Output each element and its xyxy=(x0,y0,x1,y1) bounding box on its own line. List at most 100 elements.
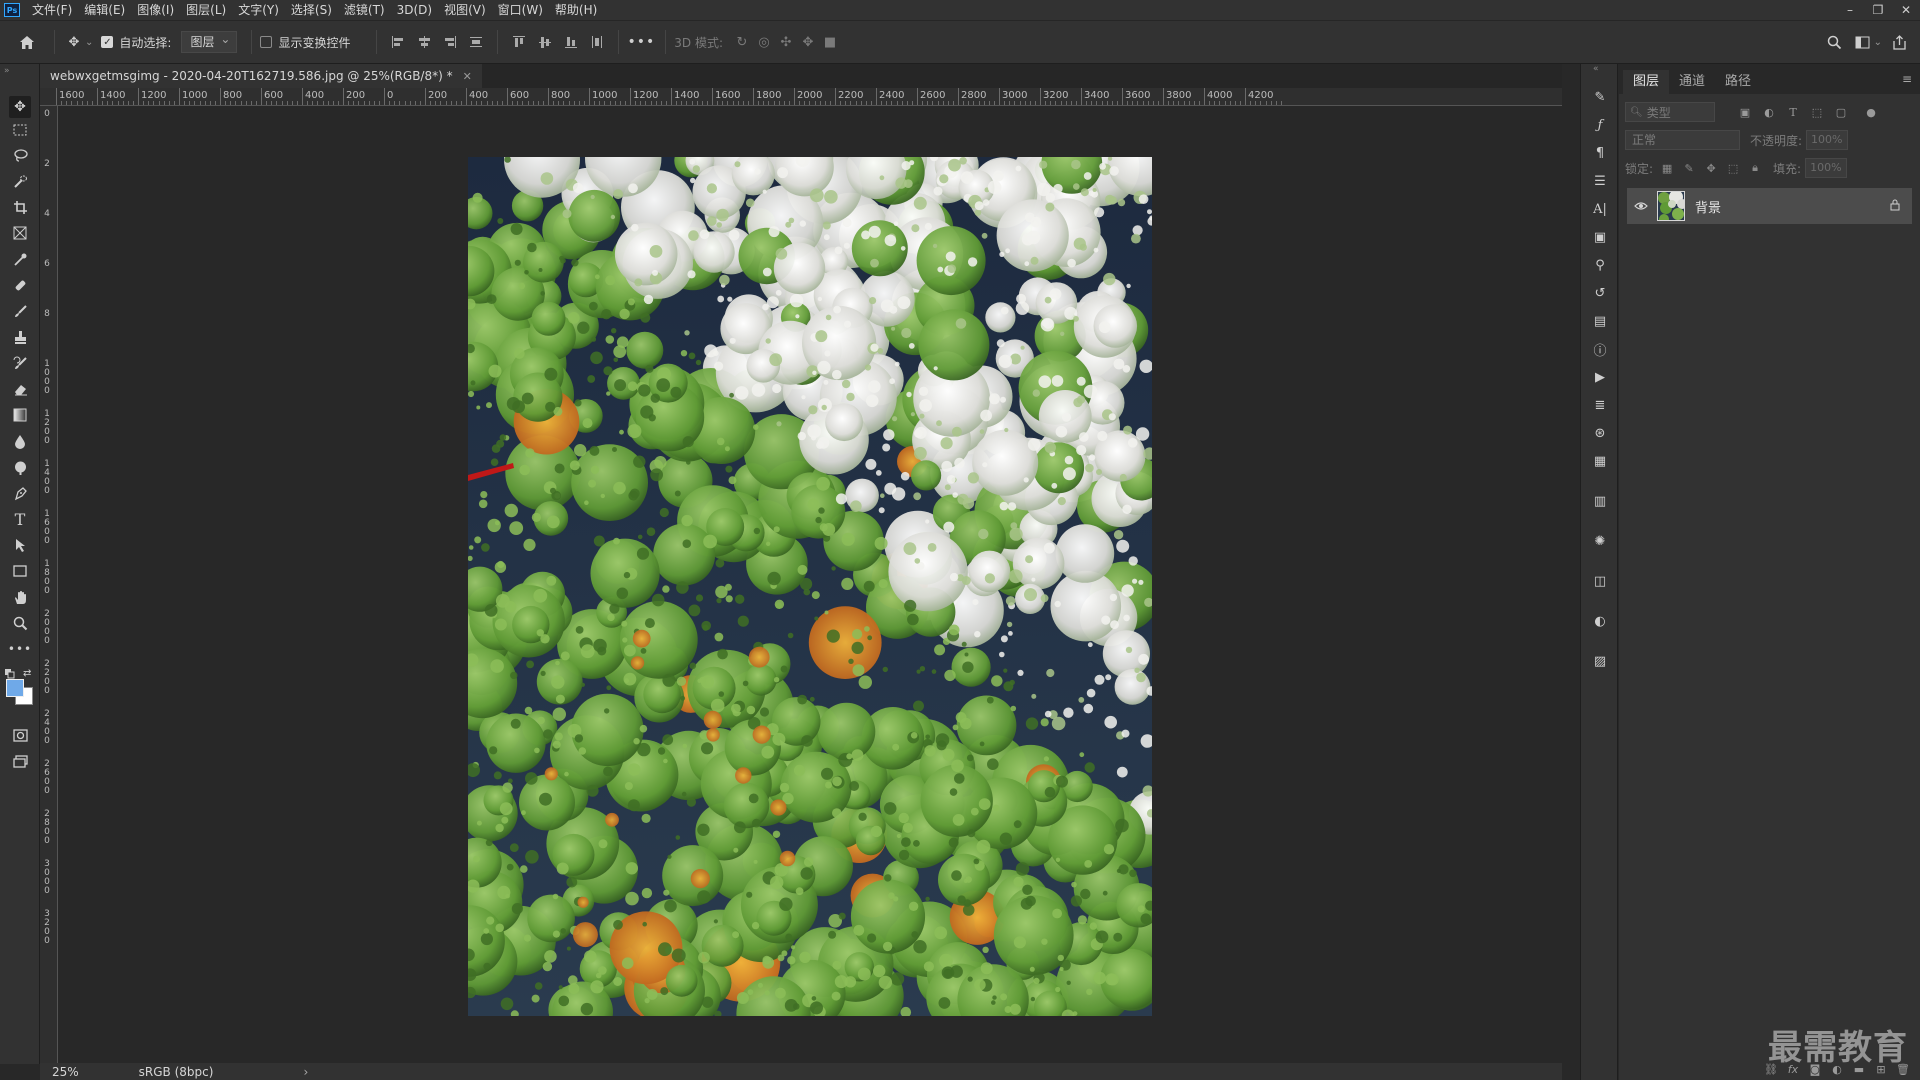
brush-settings-icon[interactable]: ✎ xyxy=(1589,86,1611,108)
filter-type-icon[interactable]: T xyxy=(1785,105,1801,119)
share-icon[interactable] xyxy=(1888,31,1910,53)
align-top-icon[interactable] xyxy=(512,35,526,49)
notes-icon[interactable]: ▥ xyxy=(1589,490,1611,512)
filter-smart-object-icon[interactable]: ▢ xyxy=(1833,105,1849,119)
restore-icon[interactable]: ❐ xyxy=(1864,0,1892,20)
layer-name[interactable]: 背景 xyxy=(1695,197,1721,216)
blend-mode-dropdown[interactable]: 正常 xyxy=(1625,130,1740,150)
more-tools-icon[interactable]: ••• xyxy=(8,638,31,660)
menu-layer[interactable]: 图层(L) xyxy=(180,0,232,20)
adjustments-icon[interactable]: ◐ xyxy=(1589,610,1611,632)
align-left-icon[interactable] xyxy=(391,35,405,49)
filter-pixel-icon[interactable]: ▣ xyxy=(1737,105,1753,119)
gradients-icon[interactable]: ▨ xyxy=(1589,650,1611,672)
zoom-icon[interactable] xyxy=(9,612,31,634)
canvas-area[interactable] xyxy=(59,107,1562,1063)
chevron-down-icon[interactable]: ⌄ xyxy=(85,37,93,48)
fill-input[interactable]: 100% xyxy=(1805,158,1848,178)
align-right-icon[interactable] xyxy=(443,35,457,49)
filter-toggle-icon[interactable]: ● xyxy=(1863,105,1879,119)
character-icon[interactable]: A| xyxy=(1589,198,1611,220)
lock-position-icon[interactable]: ✥ xyxy=(1703,160,1719,176)
lock-icon[interactable] xyxy=(1890,199,1900,214)
distribute-horizontal-icon[interactable] xyxy=(590,35,604,49)
close-icon[interactable]: ✕ xyxy=(463,70,472,83)
auto-select-target-dropdown[interactable]: 图层 xyxy=(181,29,238,53)
move-tool-preset-icon[interactable]: ✥ xyxy=(63,31,85,53)
workspace-icon[interactable] xyxy=(1852,31,1874,53)
hand-icon[interactable] xyxy=(9,586,31,608)
visibility-eye-icon[interactable] xyxy=(1631,201,1651,211)
libraries-icon[interactable]: ▣ xyxy=(1589,226,1611,248)
panel-menu-icon[interactable]: ≡ xyxy=(1902,72,1912,86)
align-hcenter-icon[interactable] xyxy=(417,35,431,49)
eraser-icon[interactable] xyxy=(9,378,31,400)
lock-transparency-icon[interactable]: ▦ xyxy=(1659,160,1675,176)
document-tab[interactable]: webwxgetmsgimg - 2020-04-20T162719.586.j… xyxy=(40,64,482,88)
tab-paths[interactable]: 路径 xyxy=(1715,70,1761,94)
filter-shape-icon[interactable]: ⬚ xyxy=(1809,105,1825,119)
chevron-down-icon[interactable]: ⌄ xyxy=(1874,37,1882,48)
chevron-right-icon[interactable]: › xyxy=(303,1065,308,1079)
info-icon[interactable]: ⓘ xyxy=(1589,338,1611,360)
paragraph-icon[interactable]: ¶ xyxy=(1589,142,1611,164)
auto-select-checkbox[interactable]: ✓ xyxy=(101,36,114,48)
lock-all-icon[interactable]: 🔒︎ xyxy=(1747,160,1763,176)
actions-icon[interactable]: ▶ xyxy=(1589,366,1611,388)
tool-presets-icon[interactable]: ▤ xyxy=(1589,310,1611,332)
lasso-icon[interactable] xyxy=(9,144,31,166)
marquee-icon[interactable] xyxy=(9,119,31,141)
foreground-color-swatch[interactable] xyxy=(6,679,24,697)
timeline-icon[interactable]: ▦ xyxy=(1589,450,1611,472)
menu-filter[interactable]: 滤镜(T) xyxy=(338,0,391,20)
align-bottom-icon[interactable] xyxy=(564,35,578,49)
filter-adjustment-icon[interactable]: ◐ xyxy=(1761,105,1777,119)
lock-artboard-icon[interactable]: ⬚ xyxy=(1725,160,1741,176)
minimize-icon[interactable]: – xyxy=(1836,0,1864,20)
menu-select[interactable]: 选择(S) xyxy=(285,0,338,20)
collapse-icon[interactable]: » xyxy=(4,66,10,76)
more-options-icon[interactable]: ••• xyxy=(627,34,655,50)
history-icon[interactable]: ↺ xyxy=(1589,282,1611,304)
align-vcenter-icon[interactable] xyxy=(538,35,552,49)
type-icon[interactable]: T xyxy=(9,508,31,530)
tab-channels[interactable]: 通道 xyxy=(1669,70,1715,94)
healing-icon[interactable] xyxy=(9,274,31,296)
screen-mode-icon[interactable] xyxy=(9,750,31,772)
menu-help[interactable]: 帮助(H) xyxy=(549,0,603,20)
menu-file[interactable]: 文件(F) xyxy=(26,0,78,20)
dodge-icon[interactable] xyxy=(9,456,31,478)
pen-icon[interactable] xyxy=(9,482,31,504)
lock-pixels-icon[interactable]: ✎ xyxy=(1681,160,1697,176)
menu-image[interactable]: 图像(I) xyxy=(131,0,180,20)
document-image[interactable] xyxy=(468,157,1152,1016)
close-icon[interactable]: ✕ xyxy=(1892,0,1920,20)
swap-colors-icon[interactable]: ⇄ xyxy=(23,668,31,679)
eyedropper-icon[interactable] xyxy=(9,248,31,270)
menu-3d[interactable]: 3D(D) xyxy=(391,0,438,20)
color-icon[interactable]: ✺ xyxy=(1589,530,1611,552)
blur-icon[interactable] xyxy=(9,430,31,452)
frame-icon[interactable] xyxy=(9,222,31,244)
quick-mask-icon[interactable] xyxy=(9,724,31,746)
clone-source-icon[interactable]: ⚲ xyxy=(1589,254,1611,276)
gradient-icon[interactable] xyxy=(9,404,31,426)
zoom-level[interactable]: 25% xyxy=(52,1065,79,1079)
layer-filter-search[interactable]: 🔍︎ 类型 xyxy=(1625,102,1715,122)
brush-icon[interactable] xyxy=(9,300,31,322)
home-icon[interactable] xyxy=(16,31,38,53)
move-icon[interactable]: ✥ xyxy=(9,96,31,118)
collapse-icon[interactable]: « xyxy=(1593,64,1599,74)
layer-row[interactable]: 背景 xyxy=(1627,188,1912,224)
swatches-icon[interactable]: ◫ xyxy=(1589,570,1611,592)
properties-icon[interactable]: ☰ xyxy=(1589,170,1611,192)
opacity-input[interactable]: 100% xyxy=(1806,130,1849,150)
crop-icon[interactable] xyxy=(9,196,31,218)
history-brush-icon[interactable] xyxy=(9,352,31,374)
path-select-icon[interactable] xyxy=(9,534,31,556)
menu-type[interactable]: 文字(Y) xyxy=(232,0,285,20)
search-icon[interactable] xyxy=(1824,31,1846,53)
3d-icon[interactable]: ⊛ xyxy=(1589,422,1611,444)
styles-icon[interactable]: ≣ xyxy=(1589,394,1611,416)
menu-view[interactable]: 视图(V) xyxy=(438,0,492,20)
